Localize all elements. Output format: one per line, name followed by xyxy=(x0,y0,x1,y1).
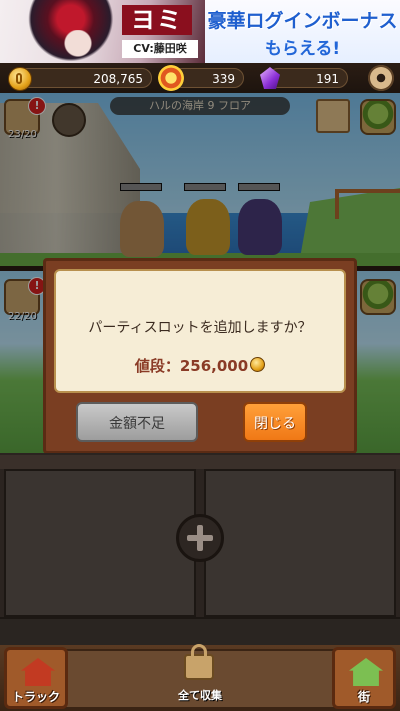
house-icon xyxy=(21,658,55,686)
medal-icon xyxy=(158,65,184,91)
gem-value: 191 xyxy=(316,72,339,86)
truck-button[interactable]: トラック xyxy=(4,647,68,709)
slot-area-header xyxy=(0,455,400,469)
truck-label: トラック xyxy=(11,690,60,704)
gear-icon[interactable] xyxy=(368,65,394,91)
insufficient-funds-button[interactable]: 金額不足 xyxy=(76,402,198,442)
plus-icon[interactable] xyxy=(176,514,224,562)
dialog-message: パーティスロットを追加しますか？ xyxy=(88,320,312,336)
house-icon xyxy=(349,658,383,686)
dialog-price: 値段：256,000 xyxy=(56,355,344,376)
lock-icon[interactable] xyxy=(184,644,214,680)
gem-counter: 191 xyxy=(268,68,348,88)
slot-area-footer xyxy=(0,617,400,647)
coin-icon xyxy=(8,67,32,91)
price-text: 値段：256,000 xyxy=(134,357,249,375)
gold-counter: 208,765 xyxy=(18,68,152,88)
collect-all-label[interactable]: 全て収集 xyxy=(150,687,250,703)
banner-promo: 豪華ログインボーナス もらえる! xyxy=(205,0,400,63)
town-button[interactable]: 街 xyxy=(332,647,396,709)
coin-icon xyxy=(250,357,266,372)
banner-cv-label: CV:藤田咲 xyxy=(122,40,198,58)
character-illustration xyxy=(28,0,123,63)
promo-subtitle: もらえる! xyxy=(264,39,341,59)
ad-banner[interactable]: ヨミ CV:藤田咲 豪華ログインボーナス もらえる! xyxy=(0,0,400,63)
currency-bar: 208,765 339 191 xyxy=(0,63,400,93)
banner-hero-name: ヨミ xyxy=(122,5,192,35)
promo-title: 豪華ログインボーナス xyxy=(207,10,398,32)
town-label: 街 xyxy=(357,690,370,704)
close-button[interactable]: 閉じる xyxy=(243,402,307,442)
party-slot-area xyxy=(0,453,400,647)
empty-slot-right xyxy=(204,469,396,617)
banner-character-art: ヨミ CV:藤田咲 xyxy=(0,0,205,63)
gold-value: 208,765 xyxy=(93,72,143,86)
empty-slot-left xyxy=(4,469,196,617)
dialog-content: パーティスロットを追加しますか？ 値段：256,000 xyxy=(54,269,346,393)
medal-value: 339 xyxy=(212,72,235,86)
add-party-slot-dialog: パーティスロットを追加しますか？ 値段：256,000 金額不足 閉じる xyxy=(43,258,357,454)
